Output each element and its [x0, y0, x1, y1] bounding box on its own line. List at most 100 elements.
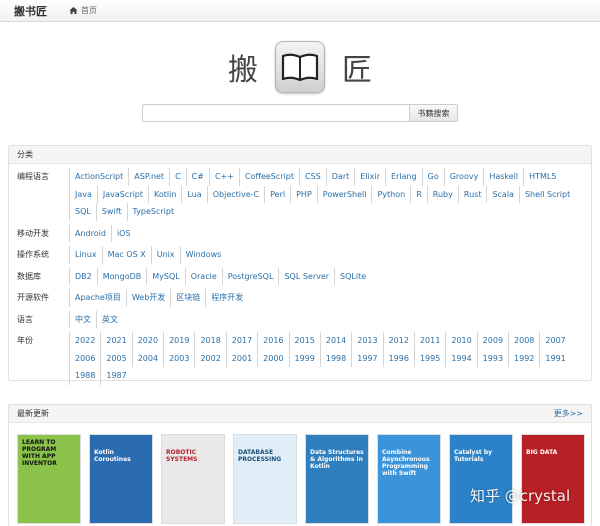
category-link[interactable]: Lua — [181, 185, 206, 203]
category-link[interactable]: 2004 — [131, 349, 163, 367]
book-cover[interactable]: Catalyst by Tutorials — [449, 434, 513, 524]
category-link[interactable]: SQL Server — [278, 267, 334, 285]
category-link[interactable]: Shell Script — [518, 185, 575, 203]
category-link[interactable]: 2018 — [194, 332, 225, 350]
book-cover[interactable]: Kotlin Coroutines — [89, 434, 153, 524]
category-link[interactable]: 1994 — [445, 349, 476, 367]
category-link[interactable]: 2002 — [194, 349, 225, 367]
category-link[interactable]: Ruby — [426, 185, 458, 203]
category-link[interactable]: 英文 — [96, 310, 123, 328]
category-row-label: 编程语言 — [17, 172, 49, 181]
category-link[interactable]: C# — [185, 168, 209, 186]
category-link[interactable]: Perl — [264, 185, 290, 203]
category-link[interactable]: HTML5 — [523, 168, 561, 186]
category-link[interactable]: Python — [371, 185, 410, 203]
category-link[interactable]: R — [410, 185, 427, 203]
category-link[interactable]: Scala — [486, 185, 519, 203]
category-link[interactable]: JavaScript — [96, 185, 148, 203]
category-link[interactable]: 2005 — [100, 349, 131, 367]
category-link[interactable]: 1987 — [100, 367, 131, 385]
category-link[interactable]: CSS — [299, 168, 326, 186]
category-link[interactable]: 1991 — [539, 349, 570, 367]
category-link[interactable]: 2000 — [257, 349, 288, 367]
category-link[interactable]: SQLite — [334, 267, 371, 285]
category-link[interactable]: 1988 — [69, 367, 100, 385]
search-input[interactable] — [142, 104, 410, 122]
book-cover[interactable]: LEARN TO PROGRAM WITH APP INVENTOR — [17, 434, 81, 524]
latest-panel-title: 最新更新 — [17, 409, 49, 418]
category-link[interactable]: 2013 — [351, 332, 382, 350]
search-button[interactable]: 书籍搜索 — [410, 104, 458, 122]
book-cover[interactable]: ROBOTIC SYSTEMS — [161, 434, 225, 524]
category-link[interactable]: Oracle — [184, 267, 222, 285]
category-link[interactable]: 中文 — [69, 310, 96, 328]
category-link[interactable]: iOS — [110, 224, 136, 242]
book-cover[interactable]: BIG DATA — [521, 434, 585, 524]
more-link[interactable]: 更多>> — [554, 408, 583, 419]
category-link[interactable]: 2021 — [100, 332, 131, 350]
category-link[interactable]: Java — [69, 185, 97, 203]
category-link[interactable]: SQL — [69, 203, 96, 221]
category-link[interactable]: PHP — [290, 185, 317, 203]
category-link[interactable]: Erlang — [385, 168, 422, 186]
category-link[interactable]: Objective-C — [206, 185, 264, 203]
category-link[interactable]: Haskell — [483, 168, 523, 186]
category-link[interactable]: ActionScript — [69, 168, 128, 186]
category-link[interactable]: 2016 — [257, 332, 288, 350]
category-link[interactable]: 2017 — [225, 332, 257, 350]
nav-home-link[interactable]: 首页 — [69, 5, 97, 16]
category-link[interactable]: 1996 — [382, 349, 414, 367]
category-link[interactable]: 2001 — [225, 349, 257, 367]
category-link[interactable]: PostgreSQL — [221, 267, 279, 285]
category-link[interactable]: Groovy — [443, 168, 484, 186]
category-link[interactable]: 2015 — [288, 332, 320, 350]
category-link[interactable]: Windows — [179, 246, 227, 264]
book-cover[interactable]: Combine Asynchronous Programming with Sw… — [377, 434, 441, 524]
category-link[interactable]: Linux — [69, 246, 102, 264]
category-link[interactable]: Elixir — [354, 168, 385, 186]
category-link[interactable]: ASP.net — [128, 168, 169, 186]
category-link[interactable]: 2010 — [445, 332, 476, 350]
category-link[interactable]: 1997 — [351, 349, 382, 367]
category-link[interactable]: Kotlin — [148, 185, 181, 203]
category-link[interactable]: Rust — [457, 185, 487, 203]
category-link[interactable]: 2019 — [163, 332, 194, 350]
category-link[interactable]: 2020 — [131, 332, 163, 350]
category-link[interactable]: 2007 — [539, 332, 570, 350]
category-link[interactable]: 2022 — [69, 332, 100, 350]
category-link[interactable]: Apache项目 — [69, 289, 126, 307]
category-link[interactable]: Swift — [95, 203, 127, 221]
category-link[interactable]: DB2 — [69, 267, 97, 285]
book-cover[interactable]: DATABASE PROCESSING — [233, 434, 297, 524]
category-link[interactable]: 1995 — [413, 349, 445, 367]
category-link[interactable]: 1993 — [476, 349, 508, 367]
category-link[interactable]: Go — [421, 168, 444, 186]
category-link[interactable]: 1999 — [288, 349, 320, 367]
category-link[interactable]: 2008 — [508, 332, 539, 350]
category-link[interactable]: C — [169, 168, 186, 186]
category-link[interactable]: 程序开发 — [205, 289, 248, 307]
category-link[interactable]: 2011 — [413, 332, 445, 350]
category-link[interactable]: 2012 — [382, 332, 414, 350]
category-link[interactable]: PowerShell — [316, 185, 372, 203]
category-link[interactable]: TypeScript — [126, 203, 180, 221]
category-link[interactable]: 2003 — [163, 349, 194, 367]
category-link[interactable]: 2006 — [69, 349, 100, 367]
category-link[interactable]: 1992 — [508, 349, 539, 367]
category-link[interactable]: 区块链 — [170, 289, 205, 307]
category-link[interactable]: Mac OS X — [101, 246, 151, 264]
category-link[interactable]: Dart — [325, 168, 355, 186]
book-cover[interactable]: Data Structures & Algorithms in Kotlin — [305, 434, 369, 524]
category-link[interactable]: MongoDB — [96, 267, 147, 285]
category-link[interactable]: Android — [69, 224, 111, 242]
category-link[interactable]: Web开发 — [125, 289, 170, 307]
category-row: 开源软件 Apache项目 Web开发 区块链 程序开发 — [9, 289, 591, 307]
category-link[interactable]: MySQL — [146, 267, 184, 285]
category-link[interactable]: 1998 — [319, 349, 351, 367]
category-link[interactable]: Unix — [150, 246, 180, 264]
brand-logo[interactable]: 搬书匠 — [14, 3, 47, 19]
category-link[interactable]: 2009 — [476, 332, 508, 350]
category-link[interactable]: CoffeeScript — [238, 168, 299, 186]
category-link[interactable]: C++ — [208, 168, 239, 186]
category-link[interactable]: 2014 — [319, 332, 351, 350]
